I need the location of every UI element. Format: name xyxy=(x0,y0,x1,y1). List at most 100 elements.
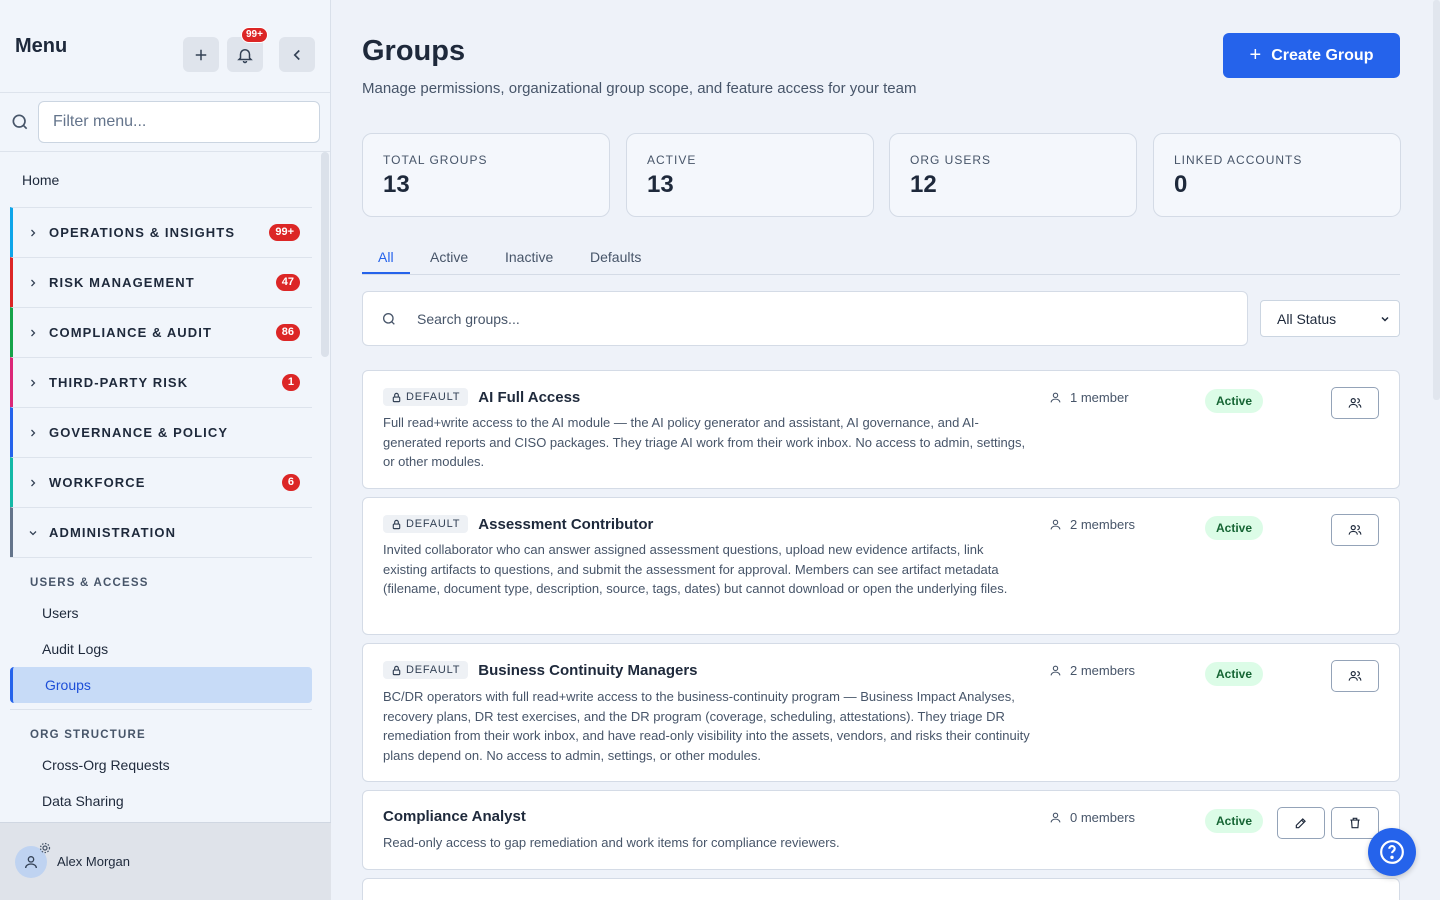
sidebar-item-data-sharing[interactable]: Data Sharing xyxy=(0,783,320,819)
section-count-badge: 1 xyxy=(281,374,300,391)
sidebar-section-risk-management[interactable]: RISK MANAGEMENT 47 xyxy=(10,257,312,307)
sidebar-section-governance-policy[interactable]: GOVERNANCE & POLICY xyxy=(10,407,312,457)
sidebar-section-operations-insights[interactable]: OPERATIONS & INSIGHTS 99+ xyxy=(10,207,312,257)
user-name: Alex Morgan xyxy=(57,854,130,869)
users-icon xyxy=(1348,671,1362,681)
lock-icon xyxy=(392,392,401,402)
tab-active[interactable]: Active xyxy=(430,249,468,265)
user-profile[interactable]: Alex Morgan xyxy=(0,822,331,900)
add-button[interactable] xyxy=(183,37,219,72)
sidebar-section-third-party-risk[interactable]: THIRD-PARTY RISK 1 xyxy=(10,357,312,407)
trash-icon xyxy=(1350,817,1360,829)
group-name: Assessment Contributor xyxy=(478,515,654,533)
group-card[interactable] xyxy=(362,878,1400,900)
plus-icon xyxy=(195,49,207,60)
search-groups-input[interactable]: Search groups... xyxy=(362,291,1248,346)
group-title-row: Compliance Analyst xyxy=(383,808,526,825)
sidebar-section-compliance-audit[interactable]: COMPLIANCE & AUDIT 86 xyxy=(10,307,312,357)
member-count: 2 members xyxy=(1049,663,1135,678)
edit-group-button[interactable] xyxy=(1277,807,1325,839)
chevron-left-icon xyxy=(293,49,300,60)
section-label: COMPLIANCE & AUDIT xyxy=(49,325,213,340)
chevron-right-icon xyxy=(31,429,36,436)
user-icon xyxy=(1050,392,1061,403)
stat-label: LINKED ACCOUNTS xyxy=(1174,153,1303,167)
tab-all[interactable]: All xyxy=(378,249,394,265)
main-content: Groups Manage permissions, organizationa… xyxy=(331,0,1440,900)
group-card[interactable]: DEFAULT Business Continuity Managers BC/… xyxy=(362,643,1400,782)
avatar[interactable] xyxy=(15,842,51,878)
member-count-label: 1 member xyxy=(1070,390,1129,405)
manage-members-button[interactable] xyxy=(1331,514,1379,546)
sidebar-title: Menu xyxy=(15,34,68,57)
sidebar-section-workforce[interactable]: WORKFORCE 6 xyxy=(10,457,312,507)
edit-icon xyxy=(1295,818,1306,829)
sidebar-item-cross-org-requests[interactable]: Cross-Org Requests xyxy=(0,747,320,783)
create-group-button[interactable]: + Create Group xyxy=(1223,33,1400,78)
notifications-button[interactable]: 99+ xyxy=(227,27,268,72)
member-count-label: 2 members xyxy=(1070,517,1136,532)
group-title-row: DEFAULT Business Continuity Managers xyxy=(383,661,698,679)
stat-value: 13 xyxy=(647,171,674,198)
sidebar-item-audit-logs[interactable]: Audit Logs xyxy=(0,631,320,667)
sidebar-header: Menu 99+ xyxy=(0,0,330,93)
stat-value: 12 xyxy=(910,171,937,198)
chevron-right-icon xyxy=(31,229,36,236)
group-description: Full read+write access to the AI module … xyxy=(383,415,1026,469)
status-filter-select[interactable]: All Status xyxy=(1260,300,1400,337)
filter-menu-input[interactable] xyxy=(38,101,320,143)
section-label: WORKFORCE xyxy=(49,475,146,490)
chevron-down-icon xyxy=(1381,316,1389,322)
sidebar-item-groups[interactable]: Groups xyxy=(10,667,312,703)
default-badge: DEFAULT xyxy=(383,388,469,406)
delete-group-button[interactable] xyxy=(1331,807,1379,839)
sidebar-item-users[interactable]: Users xyxy=(0,595,320,631)
notification-count-badge: 99+ xyxy=(241,27,268,43)
status-filter-value: All Status xyxy=(1277,310,1337,327)
sidebar-item-home[interactable]: Home xyxy=(0,152,320,207)
plus-icon: + xyxy=(1249,44,1262,66)
manage-members-button[interactable] xyxy=(1331,660,1379,692)
lock-icon xyxy=(392,519,401,529)
section-count-badge: 99+ xyxy=(269,224,300,241)
collapse-sidebar-button[interactable] xyxy=(279,37,315,72)
group-title-row: DEFAULT Assessment Contributor xyxy=(383,515,653,533)
section-count-badge: 86 xyxy=(275,324,300,341)
section-label: RISK MANAGEMENT xyxy=(49,275,195,290)
status-badge: Active xyxy=(1205,516,1264,540)
active-tab-indicator xyxy=(362,272,410,274)
chevron-right-icon xyxy=(31,479,36,486)
stat-label: ORG USERS xyxy=(910,153,992,167)
manage-members-button[interactable] xyxy=(1331,387,1379,419)
stat-value: 13 xyxy=(383,171,410,198)
group-name: Business Continuity Managers xyxy=(478,661,698,679)
search-placeholder: Search groups... xyxy=(417,310,520,327)
status-badge: Active xyxy=(1205,662,1264,686)
group-description: Invited collaborator who can answer assi… xyxy=(383,542,1008,596)
chevron-right-icon xyxy=(31,329,36,336)
tab-inactive[interactable]: Inactive xyxy=(505,249,553,265)
main-scrollbar[interactable] xyxy=(1433,0,1440,400)
group-description: BC/DR operators with full read+write acc… xyxy=(383,689,1030,763)
stat-label: TOTAL GROUPS xyxy=(383,153,488,167)
stat-org-users: ORG USERS 12 xyxy=(889,133,1137,217)
group-card[interactable]: Compliance Analyst Read-only access to g… xyxy=(362,790,1400,870)
default-badge: DEFAULT xyxy=(383,515,469,533)
member-count: 2 members xyxy=(1049,517,1135,532)
section-count-badge: 47 xyxy=(275,274,300,291)
group-card[interactable]: DEFAULT Assessment Contributor Invited c… xyxy=(362,497,1400,635)
group-description: Read-only access to gap remediation and … xyxy=(383,835,840,850)
stat-linked-accounts: LINKED ACCOUNTS 0 xyxy=(1153,133,1401,217)
sidebar-scrollbar[interactable] xyxy=(321,152,329,357)
stat-total-groups: TOTAL GROUPS 13 xyxy=(362,133,610,217)
chevron-right-icon xyxy=(31,279,36,286)
default-badge-label: DEFAULT xyxy=(406,518,461,530)
tab-defaults[interactable]: Defaults xyxy=(590,249,641,265)
sidebar-section-administration[interactable]: ADMINISTRATION xyxy=(10,507,312,557)
status-badge: Active xyxy=(1205,809,1264,833)
chevron-right-icon xyxy=(31,379,36,386)
help-button[interactable] xyxy=(1368,828,1416,876)
group-card[interactable]: DEFAULT AI Full Access Full read+write a… xyxy=(362,370,1400,489)
default-badge-label: DEFAULT xyxy=(406,664,461,676)
sidebar-filter xyxy=(0,93,330,152)
